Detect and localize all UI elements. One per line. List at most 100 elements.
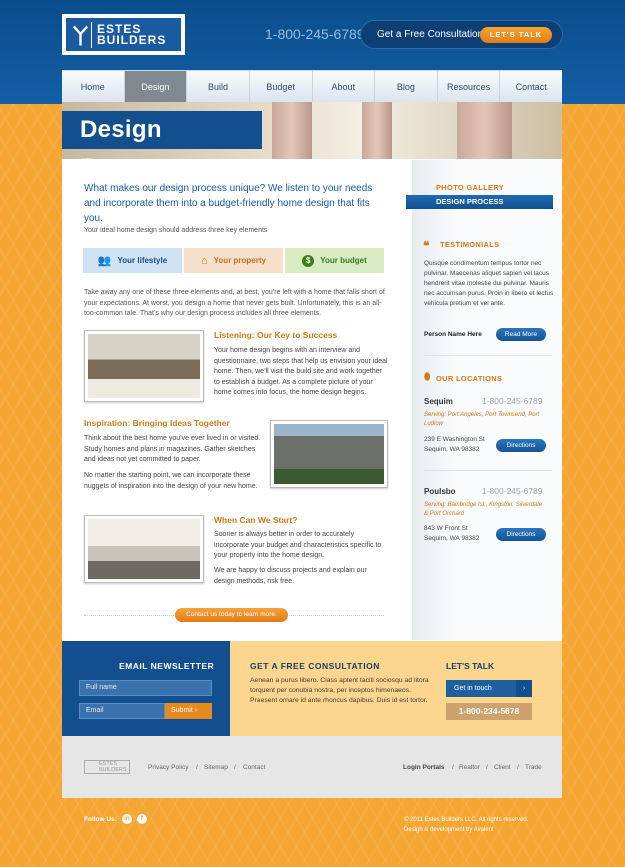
submit-label: Submit xyxy=(171,707,193,714)
sitemap-link[interactable]: Sitemap xyxy=(204,764,228,771)
link-separator: / xyxy=(452,764,454,771)
location-address: Sequim, WA 98382 xyxy=(424,535,480,542)
location-serving: Serving: Port Angeles, Port Townsend, Po… xyxy=(424,412,540,427)
nav-about[interactable]: About xyxy=(313,71,376,102)
logo[interactable]: ESTES BUILDERS xyxy=(62,14,185,55)
section-title: Inspiration: Bringing Ideas Together xyxy=(84,418,230,428)
people-icon: 👥 xyxy=(97,255,112,267)
section-text: Sooner is always better in order to accu… xyxy=(214,531,382,559)
tab-budget-label: Your budget xyxy=(320,256,367,265)
consultation-pill: Get a Free Consultation LET'S TALK xyxy=(360,20,563,49)
curtain-image xyxy=(272,102,312,159)
location-pin-icon: ⬮ xyxy=(424,372,431,383)
realtor-link[interactable]: Realtor xyxy=(459,764,480,771)
tab-property[interactable]: ⌂ Your property xyxy=(184,248,283,273)
contact-cta-button[interactable]: Contact us today to learn more. xyxy=(175,608,288,622)
read-more-button[interactable]: Read More xyxy=(496,328,546,341)
location-phone: 1-800-245-6789 xyxy=(482,486,543,496)
logo-line2: BUILDERS xyxy=(97,32,167,47)
tab-budget[interactable]: $ Your budget xyxy=(285,248,384,273)
consultation-phone[interactable]: 1-800-234-5678 xyxy=(446,703,532,720)
follow-label: Follow Us: xyxy=(84,815,117,823)
facebook-icon[interactable]: f xyxy=(136,814,147,824)
linkedin-icon[interactable]: in xyxy=(121,814,132,824)
nav-resources[interactable]: Resources xyxy=(438,71,501,102)
body-text: Take away any one of these three element… xyxy=(84,289,385,317)
login-portals-label: Login Portals xyxy=(403,764,445,771)
directions-button[interactable]: Directions xyxy=(496,439,546,452)
link-separator: / xyxy=(517,764,519,771)
divider xyxy=(424,355,552,356)
bedroom-photo xyxy=(84,330,204,402)
tab-property-label: Your property xyxy=(213,256,266,265)
section-text: Think about the best home you’ve ever li… xyxy=(84,435,261,463)
coins-icon: $ xyxy=(302,254,315,267)
credit-text: Design & development by Avalent xyxy=(404,827,494,833)
nav-home[interactable]: Home xyxy=(62,71,125,102)
lets-talk-button[interactable]: LET'S TALK xyxy=(480,27,552,43)
locations-heading: OUR LOCATIONS xyxy=(436,374,503,383)
page-title: Design Process xyxy=(62,111,262,159)
location-name: Sequim xyxy=(424,397,453,406)
social-links: Follow Us: in f xyxy=(84,814,147,824)
location-address: 843 W Front St xyxy=(424,525,468,532)
client-link[interactable]: Client xyxy=(494,764,511,771)
house-photo xyxy=(270,420,388,488)
privacy-link[interactable]: Privacy Policy xyxy=(148,764,188,771)
directions-button[interactable]: Directions xyxy=(496,528,546,541)
curtain-image xyxy=(457,102,512,159)
quote-icon: ❝ xyxy=(423,239,430,253)
newsletter-heading: EMAIL NEWSLETTER xyxy=(119,661,215,671)
testimonials-heading: TESTIMONIALS xyxy=(440,240,500,249)
location-address: 239 E Washington St xyxy=(424,436,485,443)
footer-logo[interactable]: ESTES BUILDERS xyxy=(84,760,130,774)
section-text: No matter the starting point, we can inc… xyxy=(84,472,258,490)
nav-design[interactable]: Design xyxy=(124,71,188,102)
nav-contact[interactable]: Contact xyxy=(500,71,562,102)
location-name: Poulsbo xyxy=(424,487,456,496)
testimonial-person: Person Name Here xyxy=(424,331,482,338)
tab-lifestyle-label: Your lifestyle xyxy=(117,256,168,265)
consultation-panel: GET A FREE CONSULTATION Aenean a purus l… xyxy=(230,641,562,736)
copyright-text: © 2011 Estes Builders LLC. All rights re… xyxy=(404,817,529,823)
location-serving: Serving: Bainbridge Isl., Kingston, Silv… xyxy=(424,502,543,517)
consultation-heading: GET A FREE CONSULTATION xyxy=(250,661,380,671)
section-text: Your home design begins with an intervie… xyxy=(214,347,388,396)
location-phone: 1-800-245-6789 xyxy=(482,396,543,406)
section-title: Listening: Our Key to Success xyxy=(214,330,338,340)
chevron-right-icon: › xyxy=(194,707,198,714)
get-in-touch-label: Get in touch xyxy=(454,685,492,692)
section-title: When Can We Start? xyxy=(214,515,298,525)
tab-lifestyle[interactable]: 👥 Your lifestyle xyxy=(83,248,182,273)
testimonial-text: Quisque condimentum tempus tortor nec pu… xyxy=(424,260,554,307)
nav-budget[interactable]: Budget xyxy=(250,71,313,102)
hero-banner: Design Process xyxy=(62,102,562,159)
gallery-link[interactable]: PHOTO GALLERY xyxy=(436,183,504,192)
submit-button[interactable]: Submit › xyxy=(165,703,212,719)
nav-build[interactable]: Build xyxy=(187,71,250,102)
email-input[interactable]: Email xyxy=(79,703,165,719)
trade-link[interactable]: Trade xyxy=(525,764,542,771)
main-nav: Home Design Build Budget About Blog Reso… xyxy=(62,70,562,102)
page-content: Design Process What makes our design pro… xyxy=(62,102,562,798)
copyright: © 2011 Estes Builders LLC. All rights re… xyxy=(404,815,528,835)
full-name-input[interactable]: Full name xyxy=(79,680,212,696)
link-separator: / xyxy=(196,764,198,771)
sidebar: PHOTO GALLERY DESIGN PROCESS ❝ TESTIMONI… xyxy=(406,160,562,640)
link-separator: / xyxy=(234,764,236,771)
get-in-touch-button[interactable]: Get in touch › xyxy=(446,680,532,697)
elements-label: Your ideal home design should address th… xyxy=(84,227,268,234)
logo-icon xyxy=(72,21,92,48)
nav-blog[interactable]: Blog xyxy=(375,71,438,102)
contact-link[interactable]: Contact xyxy=(243,764,265,771)
gallery-active-link[interactable]: DESIGN PROCESS xyxy=(406,195,553,209)
consultation-text: Aenean a purus libero. Class aptent taci… xyxy=(250,677,429,704)
header-phone: 1-800-245-6789 xyxy=(265,26,365,42)
lets-talk-heading: LET'S TALK xyxy=(446,661,495,671)
intro-text: What makes our design process unique? We… xyxy=(84,183,373,224)
house-icon: ⌂ xyxy=(201,254,208,267)
divider xyxy=(424,470,552,471)
consultation-text: Get a Free Consultation xyxy=(377,29,484,40)
footer-logo-line2: BUILDERS xyxy=(99,767,127,773)
section-text: We are happy to discuss projects and exp… xyxy=(214,567,367,585)
